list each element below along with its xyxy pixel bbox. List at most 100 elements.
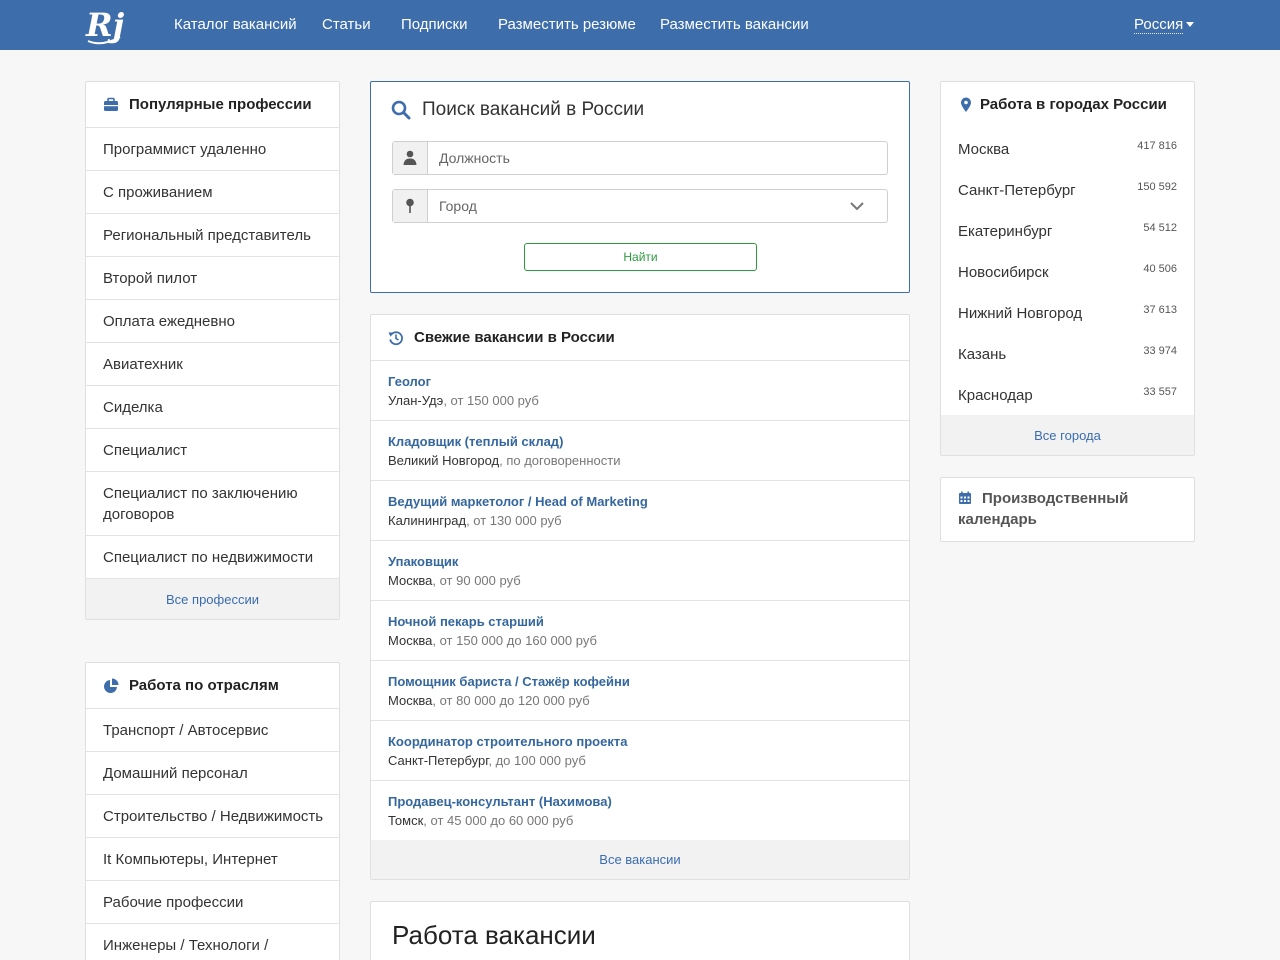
all-vacancies-label[interactable]: Все вакансии (599, 852, 680, 867)
vacancy-item[interactable]: Координатор строительного проекта Санкт-… (371, 721, 909, 781)
vacancy-city: Москва (388, 573, 433, 588)
top-navbar: Rj Каталог вакансий Статьи Подписки Разм… (0, 0, 1280, 50)
calendar-title-line2[interactable]: календарь (958, 511, 1037, 528)
profession-label[interactable]: Программист удаленно (103, 139, 266, 160)
industry-label[interactable]: Транспорт / Автосервис (103, 720, 268, 741)
vacancy-item[interactable]: Ведущий маркетолог / Head of Marketing К… (371, 481, 909, 541)
city-item[interactable]: Санкт-Петербург 150 592 (941, 169, 1194, 210)
vacancy-title-link[interactable]: Упаковщик (388, 554, 458, 570)
profession-item[interactable]: Сиделка (86, 386, 339, 429)
city-name[interactable]: Екатеринбург (958, 223, 1052, 240)
city-item[interactable]: Екатеринбург 54 512 (941, 210, 1194, 251)
all-cities-label[interactable]: Все города (1034, 428, 1101, 443)
search-icon (391, 100, 411, 120)
vacancy-item[interactable]: Кладовщик (теплый склад) Великий Новгоро… (371, 421, 909, 481)
city-name[interactable]: Санкт-Петербург (958, 182, 1076, 199)
all-cities-link[interactable]: Все города (941, 415, 1194, 455)
vacancy-item[interactable]: Помощник бариста / Стажёр кофейни Москва… (371, 661, 909, 721)
user-icon (403, 150, 417, 165)
profession-label[interactable]: Авиатехник (103, 354, 183, 375)
calendar-title-line1[interactable]: Производственный (982, 490, 1128, 507)
city-name[interactable]: Краснодар (958, 387, 1033, 404)
vacancy-meta: Москва, от 90 000 руб (388, 573, 521, 589)
industry-label[interactable]: Строительство / Недвижимость (103, 806, 323, 827)
city-item[interactable]: Казань 33 974 (941, 333, 1194, 374)
vacancy-title-link[interactable]: Помощник бариста / Стажёр кофейни (388, 674, 630, 690)
fresh-vacancies-card: Свежие вакансии в России Геолог Улан-Удэ… (370, 314, 910, 880)
city-item[interactable]: Новосибирск 40 506 (941, 251, 1194, 292)
profession-label[interactable]: Региональный представитель (103, 225, 311, 246)
profession-item[interactable]: Программист удаленно (86, 128, 339, 171)
vacancy-meta: Улан-Удэ, от 150 000 руб (388, 393, 539, 409)
city-item[interactable]: Москва 417 816 (941, 128, 1194, 169)
city-item[interactable]: Нижний Новгород 37 613 (941, 292, 1194, 333)
chevron-down-icon[interactable] (849, 200, 865, 212)
vacancy-city: Москва (388, 633, 433, 648)
city-item[interactable]: Краснодар 33 557 (941, 374, 1194, 415)
nav-post-vacancy-link[interactable]: Разместить вакансии (660, 16, 809, 33)
search-card: Поиск вакансий в России Найти (370, 81, 910, 293)
vacancy-title-link[interactable]: Ночной пекарь старший (388, 614, 544, 630)
vacancy-item[interactable]: Ночной пекарь старший Москва, от 150 000… (371, 601, 909, 661)
profession-label[interactable]: Специалист по заключению договоров (103, 483, 313, 525)
industry-label[interactable]: Домашний персонал (103, 763, 248, 784)
city-field[interactable] (392, 189, 888, 223)
vacancy-title-link[interactable]: Ведущий маркетолог / Head of Marketing (388, 494, 648, 510)
profession-item[interactable]: Оплата ежедневно (86, 300, 339, 343)
profession-item[interactable]: С проживанием (86, 171, 339, 214)
industry-label[interactable]: Рабочие профессии (103, 892, 243, 913)
profession-item[interactable]: Специалист (86, 429, 339, 472)
vacancy-title-link[interactable]: Кладовщик (теплый склад) (388, 434, 563, 450)
all-professions-link[interactable]: Все профессии (86, 579, 339, 619)
profession-label[interactable]: Специалист (103, 440, 187, 461)
industry-item[interactable]: Рабочие профессии (86, 881, 339, 924)
all-professions-label[interactable]: Все профессии (166, 592, 259, 607)
card-title: Работа по отраслям (129, 677, 279, 694)
city-count: 417 816 (1137, 140, 1177, 152)
find-button[interactable]: Найти (524, 243, 757, 271)
vacancy-title-link[interactable]: Продавец-консультант (Нахимова) (388, 794, 612, 810)
vacancy-item[interactable]: Геолог Улан-Удэ, от 150 000 руб (371, 361, 909, 421)
city-name[interactable]: Новосибирск (958, 264, 1049, 281)
profession-label[interactable]: С проживанием (103, 182, 213, 203)
profession-label[interactable]: Специалист по недвижимости (103, 547, 313, 568)
vacancy-meta: Москва, от 150 000 до 160 000 руб (388, 633, 597, 649)
site-logo[interactable]: Rj (84, 3, 126, 47)
nav-catalog-link[interactable]: Каталог вакансий (174, 16, 297, 33)
city-name[interactable]: Нижний Новгород (958, 305, 1082, 322)
industry-item[interactable]: Домашний персонал (86, 752, 339, 795)
industry-item[interactable]: Строительство / Недвижимость (86, 795, 339, 838)
profession-item[interactable]: Авиатехник (86, 343, 339, 386)
industry-item[interactable]: Инженеры / Технологи / (86, 924, 339, 960)
city-count: 54 512 (1143, 222, 1177, 234)
industry-label[interactable]: Инженеры / Технологи / (103, 935, 268, 956)
city-name[interactable]: Москва (958, 141, 1009, 158)
vacancy-title-link[interactable]: Координатор строительного проекта (388, 734, 627, 750)
city-input[interactable] (429, 190, 885, 222)
profession-item[interactable]: Специалист по недвижимости (86, 536, 339, 579)
industry-label[interactable]: It Компьютеры, Интернет (103, 849, 278, 870)
city-name[interactable]: Казань (958, 346, 1006, 363)
vacancy-item[interactable]: Упаковщик Москва, от 90 000 руб (371, 541, 909, 601)
profession-label[interactable]: Второй пилот (103, 268, 197, 289)
profession-item[interactable]: Региональный представитель (86, 214, 339, 257)
profession-item[interactable]: Второй пилот (86, 257, 339, 300)
calendar-card[interactable]: Производственный календарь (940, 477, 1195, 542)
city-count: 150 592 (1137, 181, 1177, 193)
vacancy-title-link[interactable]: Геолог (388, 374, 431, 390)
profession-item[interactable]: Специалист по заключению договоров (86, 472, 339, 536)
industry-item[interactable]: It Компьютеры, Интернет (86, 838, 339, 881)
nav-articles-link[interactable]: Статьи (322, 16, 371, 33)
vacancy-item[interactable]: Продавец-консультант (Нахимова) Томск, о… (371, 781, 909, 841)
profession-label[interactable]: Сиделка (103, 397, 163, 418)
calendar-icon (959, 491, 971, 504)
region-dropdown[interactable]: Россия (1134, 16, 1184, 34)
position-field[interactable] (392, 141, 888, 175)
position-input[interactable] (429, 142, 885, 174)
all-vacancies-link[interactable]: Все вакансии (371, 840, 909, 879)
chevron-down-icon[interactable] (1186, 22, 1194, 27)
nav-subscriptions-link[interactable]: Подписки (401, 16, 468, 33)
nav-post-resume-link[interactable]: Разместить резюме (498, 16, 636, 33)
profession-label[interactable]: Оплата ежедневно (103, 311, 235, 332)
industry-item[interactable]: Транспорт / Автосервис (86, 709, 339, 752)
